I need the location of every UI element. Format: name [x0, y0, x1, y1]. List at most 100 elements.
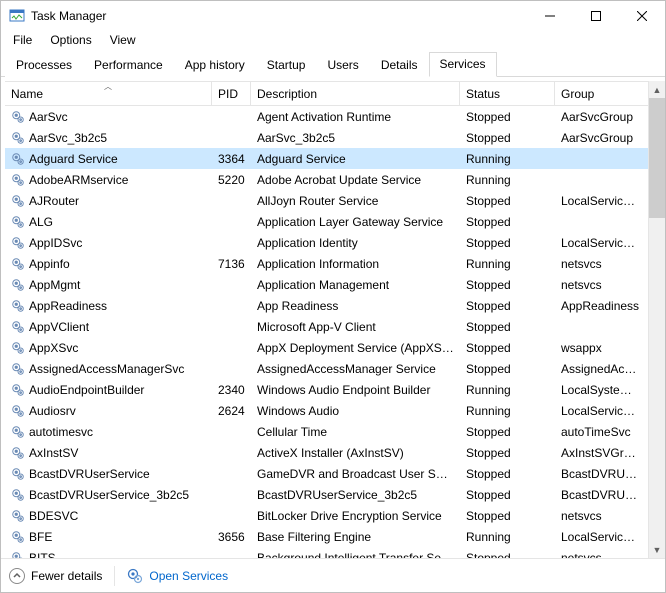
cell-status: Running — [460, 404, 555, 418]
cell-status: Stopped — [460, 551, 555, 559]
cell-description: Adobe Acrobat Update Service — [251, 173, 460, 187]
table-row[interactable]: AppVClientMicrosoft App-V ClientStopped — [5, 316, 648, 337]
tab-details[interactable]: Details — [370, 53, 429, 77]
service-name-label: AarSvc_3b2c5 — [29, 131, 107, 145]
tab-app-history[interactable]: App history — [174, 53, 256, 77]
table-row[interactable]: AudioEndpointBuilder2340Windows Audio En… — [5, 379, 648, 400]
table-row[interactable]: AdobeARMservice5220Adobe Acrobat Update … — [5, 169, 648, 190]
table-row[interactable]: Adguard Service3364Adguard ServiceRunnin… — [5, 148, 648, 169]
cell-name: BcastDVRUserService_3b2c5 — [5, 488, 212, 502]
table-row[interactable]: AJRouterAllJoyn Router ServiceStoppedLoc… — [5, 190, 648, 211]
minimize-button[interactable] — [527, 1, 573, 31]
cell-name: AxInstSV — [5, 446, 212, 460]
service-name-label: AJRouter — [29, 194, 79, 208]
vertical-scrollbar[interactable]: ▲ ▼ — [648, 81, 665, 558]
column-header-description[interactable]: Description — [251, 82, 460, 105]
cell-description: BcastDVRUserService_3b2c5 — [251, 488, 460, 502]
cell-status: Stopped — [460, 341, 555, 355]
cell-name: AarSvc — [5, 110, 212, 124]
cell-name: BFE — [5, 530, 212, 544]
close-button[interactable] — [619, 1, 665, 31]
cell-description: Windows Audio — [251, 404, 460, 418]
cell-name: AppMgmt — [5, 278, 212, 292]
tab-services[interactable]: Services — [429, 52, 497, 77]
scroll-up-button[interactable]: ▲ — [649, 81, 665, 98]
open-services-link[interactable]: Open Services — [127, 568, 228, 584]
column-header-name[interactable]: Name ︿ — [5, 82, 212, 105]
service-name-label: AssignedAccessManagerSvc — [29, 362, 184, 376]
services-grid: Name ︿ PID Description Status Group AarS… — [5, 81, 648, 558]
cell-name: AppXSvc — [5, 341, 212, 355]
table-row[interactable]: AarSvcAgent Activation RuntimeStoppedAar… — [5, 106, 648, 127]
cell-description: Adguard Service — [251, 152, 460, 166]
service-name-label: ALG — [29, 215, 53, 229]
service-name-label: BDESVC — [29, 509, 78, 523]
table-row[interactable]: AarSvc_3b2c5AarSvc_3b2c5StoppedAarSvcGro… — [5, 127, 648, 148]
table-row[interactable]: BFE3656Base Filtering EngineRunningLocal… — [5, 526, 648, 547]
cell-description: AssignedAccessManager Service — [251, 362, 460, 376]
cell-pid: 3656 — [212, 530, 251, 544]
table-row[interactable]: BDESVCBitLocker Drive Encryption Service… — [5, 505, 648, 526]
maximize-button[interactable] — [573, 1, 619, 31]
menu-view[interactable]: View — [102, 31, 144, 49]
content-area: Name ︿ PID Description Status Group AarS… — [1, 77, 665, 558]
table-row[interactable]: Audiosrv2624Windows AudioRunningLocalSer… — [5, 400, 648, 421]
table-row[interactable]: BcastDVRUserServiceGameDVR and Broadcast… — [5, 463, 648, 484]
service-name-label: BcastDVRUserService — [29, 467, 150, 481]
cell-status: Stopped — [460, 446, 555, 460]
table-row[interactable]: AppReadinessApp ReadinessStoppedAppReadi… — [5, 295, 648, 316]
column-header-status[interactable]: Status — [460, 82, 555, 105]
service-gear-icon — [11, 551, 25, 559]
scroll-track[interactable] — [649, 218, 665, 541]
cell-status: Stopped — [460, 488, 555, 502]
scroll-down-button[interactable]: ▼ — [649, 541, 665, 558]
cell-group: netsvcs — [555, 509, 647, 523]
table-row[interactable]: BcastDVRUserService_3b2c5 BcastDVRUserSer… — [5, 484, 648, 505]
cell-group: LocalServiceN... — [555, 404, 647, 418]
sort-indicator-icon: ︿ — [104, 81, 112, 92]
cell-name: AssignedAccessManagerSvc — [5, 362, 212, 376]
tab-processes[interactable]: Processes — [5, 53, 83, 77]
scroll-thumb[interactable] — [649, 98, 665, 218]
cell-group: AssignedAcce... — [555, 362, 647, 376]
table-row[interactable]: AppIDSvcApplication IdentityStoppedLocal… — [5, 232, 648, 253]
menu-file[interactable]: File — [5, 31, 40, 49]
column-header-pid[interactable]: PID — [212, 82, 251, 105]
cell-status: Stopped — [460, 215, 555, 229]
menu-options[interactable]: Options — [42, 31, 99, 49]
cell-pid: 3364 — [212, 152, 251, 166]
service-gear-icon — [11, 215, 25, 229]
tab-performance[interactable]: Performance — [83, 53, 174, 77]
table-row[interactable]: AxInstSVActiveX Installer (AxInstSV)Stop… — [5, 442, 648, 463]
table-row[interactable]: ALGApplication Layer Gateway ServiceStop… — [5, 211, 648, 232]
service-gear-icon — [11, 320, 25, 334]
window-title: Task Manager — [31, 9, 106, 23]
tab-users[interactable]: Users — [316, 53, 369, 77]
column-header-row: Name ︿ PID Description Status Group — [5, 82, 648, 106]
service-name-label: Audiosrv — [29, 404, 76, 418]
cell-group: AxInstSVGroup — [555, 446, 647, 460]
menubar: File Options View — [1, 31, 665, 51]
tab-startup[interactable]: Startup — [256, 53, 317, 77]
cell-status: Stopped — [460, 320, 555, 334]
table-row[interactable]: AssignedAccessManagerSvc AssignedAccessMa… — [5, 358, 648, 379]
table-row[interactable]: BITSBackground Intelligent Transfer Serv… — [5, 547, 648, 558]
cell-group: netsvcs — [555, 257, 647, 271]
open-services-label: Open Services — [149, 569, 228, 583]
cell-description: Microsoft App-V Client — [251, 320, 460, 334]
titlebar[interactable]: Task Manager — [1, 1, 665, 31]
service-name-label: BITS — [29, 551, 56, 559]
table-row[interactable]: AppXSvcAppX Deployment Service (AppXSVC)… — [5, 337, 648, 358]
service-name-label: AarSvc — [29, 110, 68, 124]
cell-group: netsvcs — [555, 551, 647, 559]
fewer-details-button[interactable]: Fewer details — [9, 568, 102, 584]
service-gear-icon — [11, 509, 25, 523]
table-row[interactable]: AppMgmtApplication ManagementStoppednets… — [5, 274, 648, 295]
table-row[interactable]: autotimesvcCellular TimeStoppedautoTimeS… — [5, 421, 648, 442]
service-gear-icon — [11, 278, 25, 292]
cell-group: autoTimeSvc — [555, 425, 647, 439]
cell-group: AppReadiness — [555, 299, 647, 313]
cell-name: AarSvc_3b2c5 — [5, 131, 212, 145]
column-header-group[interactable]: Group — [555, 82, 647, 105]
table-row[interactable]: Appinfo7136Application InformationRunnin… — [5, 253, 648, 274]
